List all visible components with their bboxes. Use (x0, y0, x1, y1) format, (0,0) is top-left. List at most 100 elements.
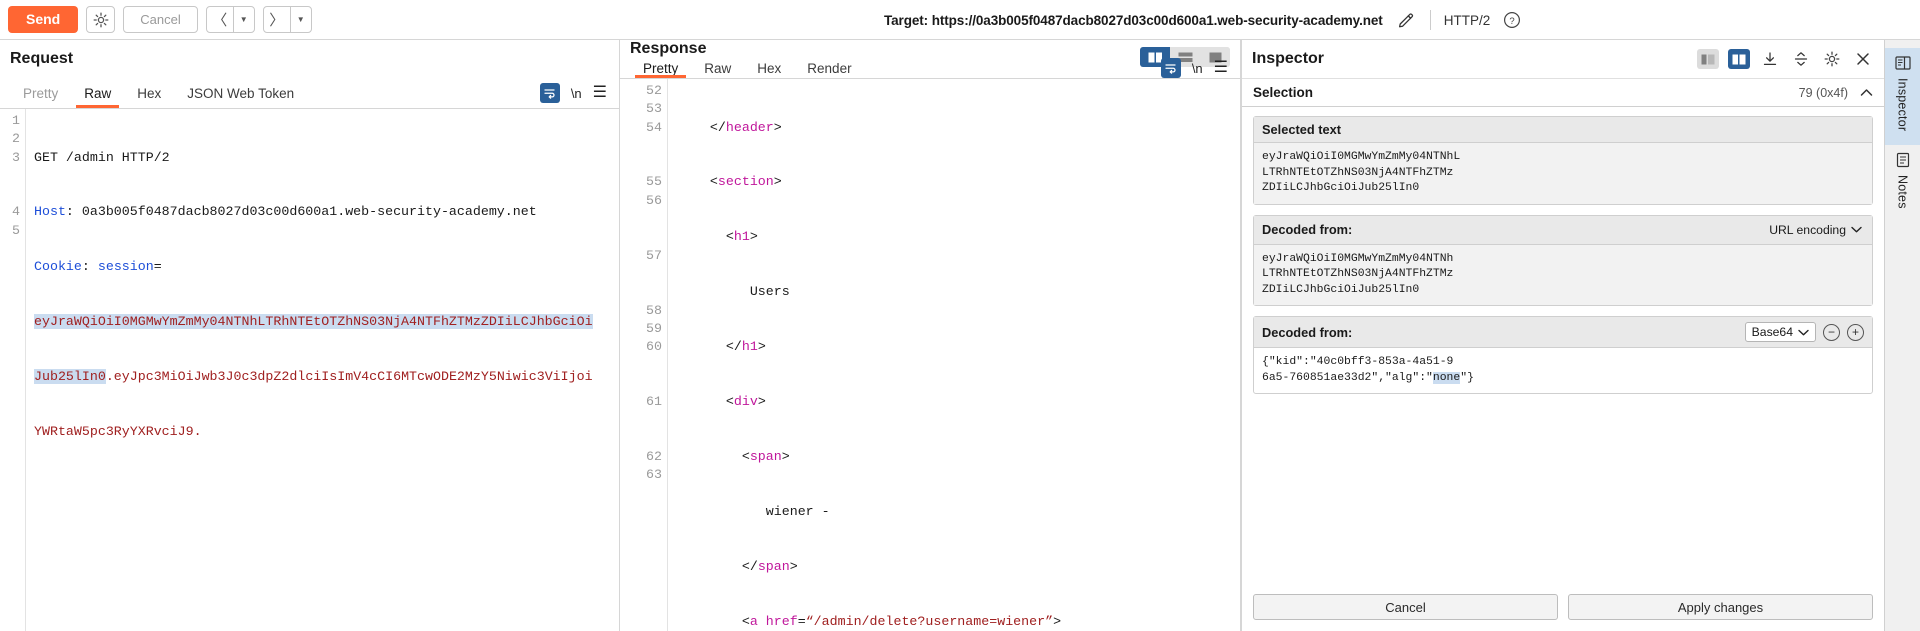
inspector-panel: Inspector (1241, 40, 1884, 631)
caret-down-icon[interactable]: ▼ (291, 7, 311, 32)
code-line: YWRtaW5pc3RyYXRvciJ9. (34, 423, 619, 441)
inspector-selection-header[interactable]: Selection 79 (0x4f) (1242, 78, 1884, 107)
decoding-type-value: Base64 (1752, 325, 1793, 339)
inspector-footer: Cancel Apply changes (1242, 594, 1884, 631)
line-number: 5 (0, 222, 20, 240)
decoded-base64-text-post: "} (1460, 372, 1474, 384)
question-circle-icon[interactable]: ? (1502, 10, 1522, 30)
caret-down-icon[interactable]: ▼ (234, 7, 254, 32)
line-number (620, 283, 662, 301)
http-version-label: HTTP/2 (1444, 13, 1491, 28)
word-wrap-icon[interactable] (540, 83, 560, 103)
request-editor[interactable]: 1 2 3 4 5 GET /admin HTTP/2 Host: 0a3b00… (0, 109, 619, 631)
tab-response-raw[interactable]: Raw (691, 58, 744, 78)
forward-history-button[interactable]: 〉 ▼ (263, 6, 312, 33)
tab-request-pretty[interactable]: Pretty (10, 78, 71, 108)
chevron-right-icon: 〉 (264, 7, 290, 32)
code-line: <span> (678, 448, 1240, 466)
expand-all-icon[interactable] (1790, 49, 1812, 69)
line-number: 59 (620, 320, 662, 338)
line-number: 52 (620, 82, 662, 100)
code-line: <section> (678, 173, 1240, 191)
inspector-panel-icon (1894, 54, 1912, 72)
rail-item-inspector-label: Inspector (1896, 78, 1910, 131)
code-line: Jub25lIn0.eyJpc3MiOiJwb3J0c3dpZ2dlciIsIm… (34, 368, 619, 386)
rail-item-inspector[interactable]: Inspector (1885, 48, 1920, 145)
selected-text-value[interactable]: eyJraWQiOiI0MGMwYmZmMy04NTNhL LTRhNTEtOT… (1254, 143, 1872, 204)
rail-item-notes-label: Notes (1896, 175, 1910, 209)
code-line: </span> (678, 558, 1240, 576)
pencil-icon[interactable] (1395, 9, 1417, 31)
decoded-base64-card: Decoded from: Base64 − + {"kid":"40c0bff… (1253, 316, 1873, 394)
tab-response-render[interactable]: Render (794, 58, 864, 78)
tab-request-jwt[interactable]: JSON Web Token (174, 78, 307, 108)
line-number (620, 356, 662, 374)
tab-response-hex[interactable]: Hex (744, 58, 794, 78)
close-icon[interactable] (1852, 49, 1874, 69)
top-toolbar: Send Cancel 〈 ▼ 〉 ▼ Target: https://0a3b… (0, 0, 1920, 40)
tab-request-raw[interactable]: Raw (71, 78, 124, 108)
request-tab-actions: \n ☰ (540, 78, 619, 108)
inspector-apply-changes-button[interactable]: Apply changes (1568, 594, 1873, 620)
line-number: 58 (620, 302, 662, 320)
newline-toggle[interactable]: \n (571, 86, 582, 101)
line-number: 63 (620, 466, 662, 484)
inspector-narrow-icon[interactable] (1697, 49, 1719, 69)
line-number (0, 185, 20, 203)
line-number (620, 411, 662, 429)
request-line-numbers: 1 2 3 4 5 (0, 109, 26, 631)
send-button[interactable]: Send (8, 6, 78, 33)
decoding-type-dropdown[interactable]: Base64 (1745, 322, 1816, 342)
settings-gear-icon[interactable] (1821, 49, 1843, 69)
tab-response-pretty[interactable]: Pretty (630, 58, 691, 78)
line-number: 4 (0, 203, 20, 221)
tab-request-hex[interactable]: Hex (124, 78, 174, 108)
hamburger-menu-icon[interactable]: ☰ (593, 85, 607, 101)
response-tabbar: Pretty Raw Hex Render \n ☰ (620, 58, 1240, 79)
rail-item-notes[interactable]: Notes (1885, 145, 1920, 223)
hamburger-menu-icon[interactable]: ☰ (1214, 60, 1228, 76)
chevron-up-icon[interactable] (1860, 88, 1873, 97)
word-wrap-icon[interactable] (1161, 58, 1181, 78)
code-line: wiener - (678, 503, 1240, 521)
decoded-base64-value[interactable]: {"kid":"40c0bff3-853a-4a51-9 6a5-760851a… (1254, 348, 1872, 393)
response-editor[interactable]: 52 53 54 55 56 57 58 59 60 (620, 79, 1240, 631)
decoded-url-value[interactable]: eyJraWQiOiI0MGMwYmZmMy04NTNh LTRhNTEtOTZ… (1254, 245, 1872, 306)
chevron-left-icon: 〈 (207, 7, 233, 32)
code-line: </h1> (678, 338, 1240, 356)
code-line (34, 478, 619, 496)
line-number: 1 (0, 112, 20, 130)
back-history-button[interactable]: 〈 ▼ (206, 6, 255, 33)
decoded-url-card: Decoded from: URL encoding eyJraWQiOiI0M… (1253, 215, 1873, 307)
request-tabbar: Pretty Raw Hex JSON Web Token \n ☰ (0, 78, 619, 109)
line-number: 54 (620, 119, 662, 137)
main-body: Request Pretty Raw Hex JSON Web Token \n… (0, 40, 1920, 631)
send-settings-button[interactable] (86, 6, 115, 33)
collapse-all-icon[interactable] (1759, 49, 1781, 69)
cancel-button[interactable]: Cancel (123, 6, 197, 33)
code-line: Host: 0a3b005f0487dacb8027d03c00d600a1.w… (34, 203, 619, 221)
line-number: 3 (0, 149, 20, 167)
request-body-text[interactable]: GET /admin HTTP/2 Host: 0a3b005f0487dacb… (26, 109, 619, 631)
inspector-wide-icon[interactable] (1728, 49, 1750, 69)
response-body-text[interactable]: </header> <section> <h1> Users </h1> <di… (668, 79, 1240, 631)
code-line: GET /admin HTTP/2 (34, 149, 619, 167)
code-line: <a href=“/admin/delete?username=wiener”> (678, 613, 1240, 631)
decoded-base64-card-header: Decoded from: Base64 − + (1254, 317, 1872, 348)
inspector-cancel-button[interactable]: Cancel (1253, 594, 1558, 620)
right-sidebar-rail: Inspector Notes (1884, 40, 1920, 631)
chevron-down-icon (1851, 226, 1862, 233)
code-line: eyJraWQiOiI0MGMwYmZmMy04NTNhLTRhNTEtOTZh… (34, 313, 619, 331)
notes-icon (1894, 151, 1912, 169)
request-pane: Request Pretty Raw Hex JSON Web Token \n… (0, 40, 620, 631)
newline-toggle[interactable]: \n (1192, 61, 1203, 76)
burp-repeater-window: Send Cancel 〈 ▼ 〉 ▼ Target: https://0a3b… (0, 0, 1920, 631)
zoom-out-icon[interactable]: − (1823, 324, 1840, 341)
inspector-header-actions (1697, 49, 1874, 69)
code-line: </header> (678, 119, 1240, 137)
zoom-in-icon[interactable]: + (1847, 324, 1864, 341)
svg-text:?: ? (1510, 16, 1515, 27)
decoding-type-dropdown[interactable]: URL encoding (1767, 221, 1864, 239)
line-number: 53 (620, 100, 662, 118)
line-number (620, 375, 662, 393)
